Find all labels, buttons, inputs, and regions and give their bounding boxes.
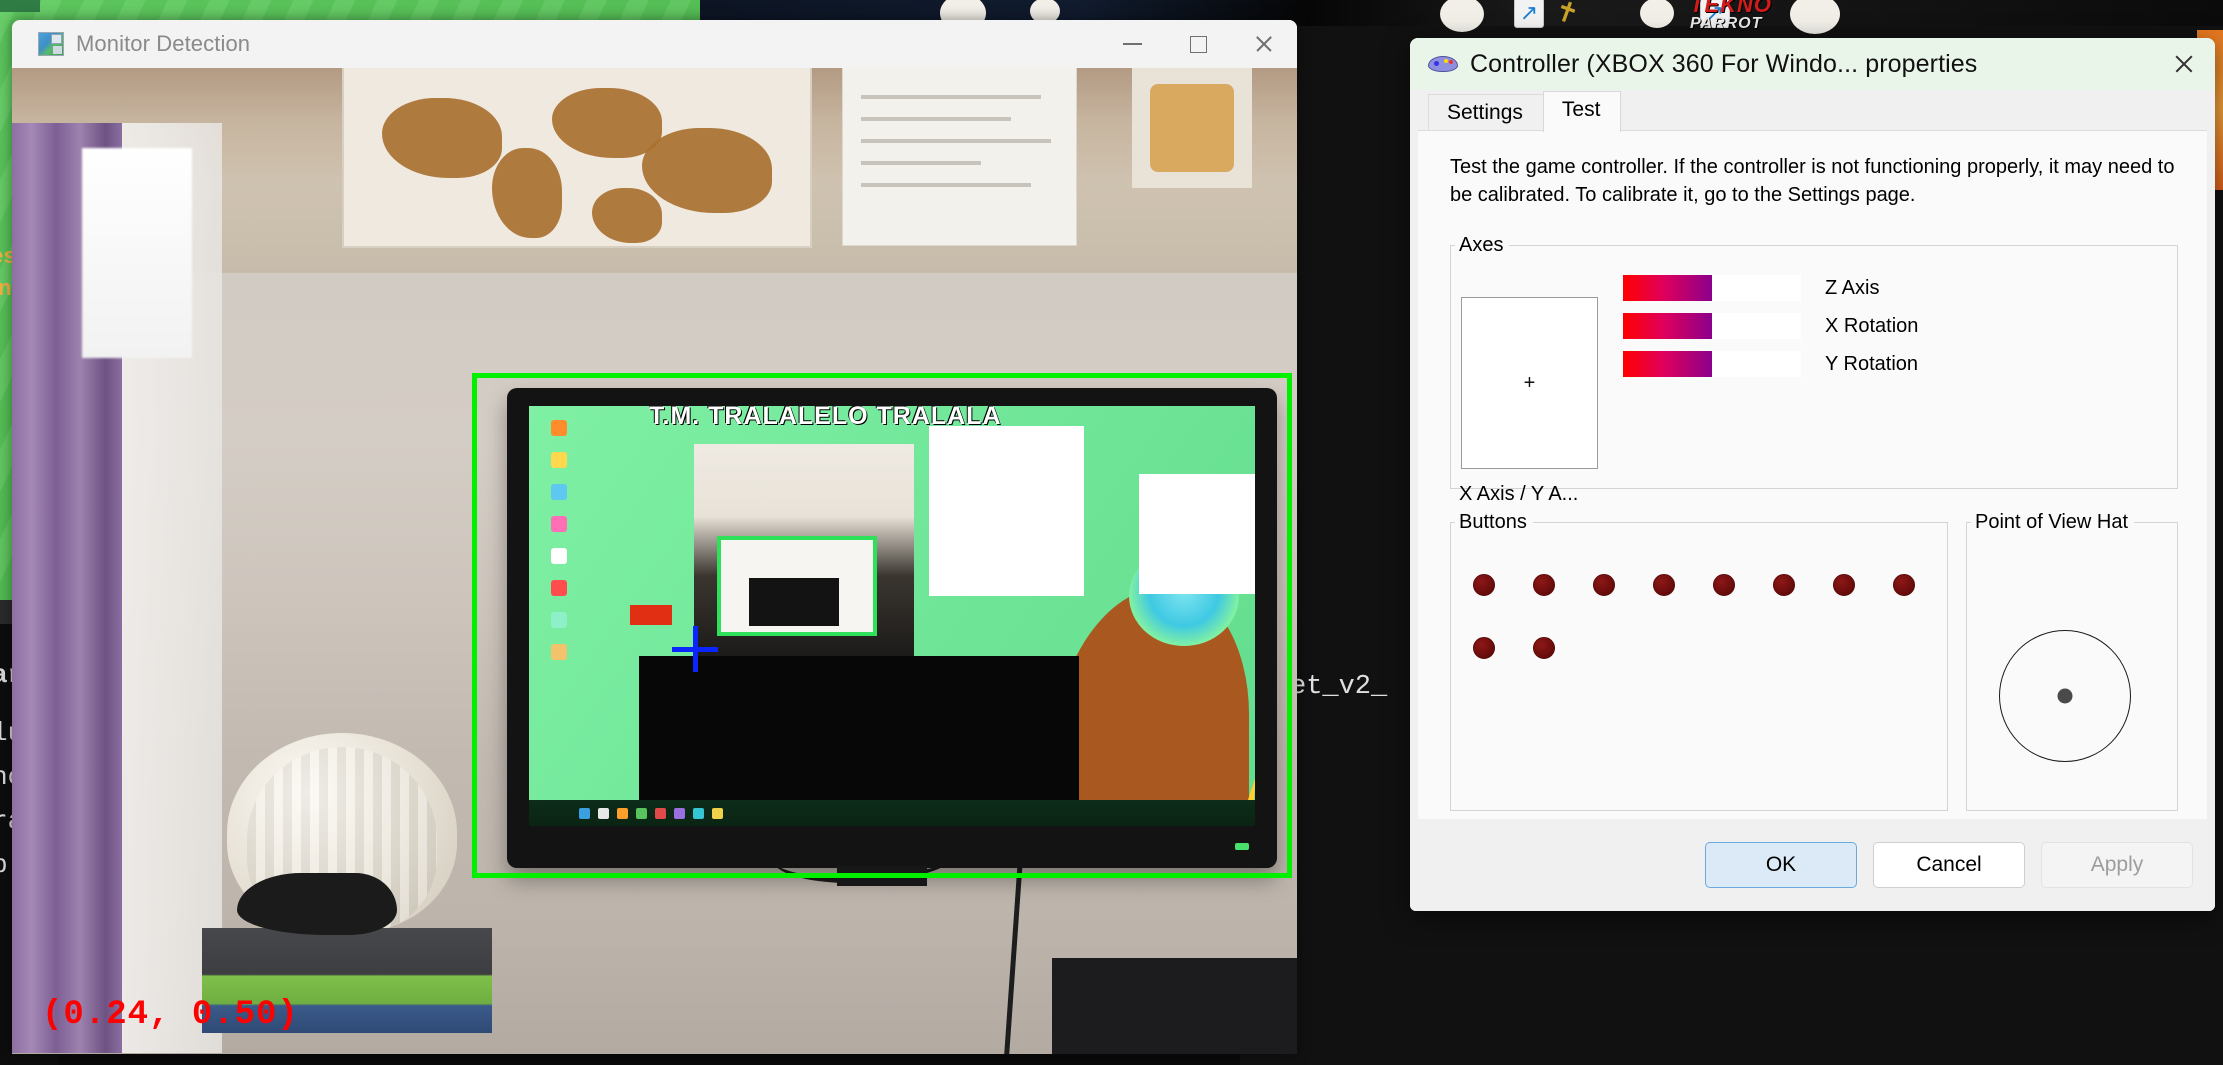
xy-axis-pad-marker: + — [1523, 372, 1536, 394]
axis-label-yrot: Y Rotation — [1825, 352, 1919, 375]
buttons-group-legend: Buttons — [1459, 511, 1527, 533]
tv-taskbar — [529, 800, 1255, 826]
controller-dialog-footer: OK Cancel Apply — [1410, 819, 2215, 911]
maximize-button[interactable] — [1165, 20, 1231, 68]
monitor-detection-titlebar[interactable]: Monitor Detection — [12, 20, 1297, 68]
buttons-group: Buttons — [1450, 511, 1948, 811]
background-moon-4 — [1640, 0, 1674, 28]
controller-button-3 — [1593, 574, 1615, 596]
small-wall-poster — [1132, 68, 1252, 188]
controller-button-9 — [1473, 637, 1495, 659]
pov-hat-dial — [1999, 630, 2131, 762]
television-power-led — [1235, 843, 1249, 850]
maximize-icon — [1189, 35, 1207, 53]
axis-row-xrot: X Rotation — [1623, 313, 1918, 339]
cancel-button[interactable]: Cancel — [1873, 842, 2025, 888]
monitor-detection-icon — [38, 32, 64, 56]
controller-properties-dialog: Controller (XBOX 360 For Windo... proper… — [1410, 38, 2215, 911]
close-icon — [1254, 34, 1274, 54]
xy-axis-pad[interactable]: + — [1461, 297, 1598, 469]
axis-slider-xrot — [1623, 313, 1801, 339]
background-left-text-2: Tin — [0, 275, 13, 300]
tekno-logo-line2: PARROT — [1690, 15, 1763, 32]
axis-label-z: Z Axis — [1825, 276, 1880, 299]
pov-group-legend: Point of View Hat — [1975, 511, 2129, 533]
room-photo: T.M. TRALALELO TRALALA (0.24, 0.50) — [12, 68, 1297, 1054]
controller-dialog-close-button[interactable] — [2153, 38, 2215, 90]
pov-center-dot — [2057, 688, 2073, 704]
shoe — [237, 873, 397, 935]
close-button[interactable] — [1231, 20, 1297, 68]
point-of-view-hat-group: Point of View Hat — [1966, 511, 2178, 811]
window-light — [82, 148, 192, 358]
axis-row-z: Z Axis — [1623, 275, 1879, 301]
wall-paper-sheet — [842, 68, 1077, 246]
background-dark-strip — [0, 0, 40, 12]
monitor-detection-title: Monitor Detection — [76, 31, 251, 56]
axes-group: Axes + X Axis / Y A... Z Axis X Rotation — [1450, 234, 2178, 505]
world-map-poster — [342, 68, 812, 248]
controller-button-2 — [1533, 574, 1555, 596]
recursive-detection-frame — [717, 536, 877, 636]
close-icon — [2173, 53, 2195, 75]
controller-button-8 — [1893, 574, 1915, 596]
television-stand — [837, 866, 927, 886]
television: T.M. TRALALELO TRALALA — [507, 388, 1277, 886]
monitor-detection-window: Monitor Detection T.M. TRALALELO TRALALA… — [12, 20, 1297, 1054]
controller-button-4 — [1653, 574, 1675, 596]
coordinate-readout: (0.24, 0.50) — [42, 996, 299, 1034]
controller-dialog-title: Controller (XBOX 360 For Windo... proper… — [1470, 49, 1978, 78]
minimize-icon — [1122, 43, 1142, 45]
axis-row-yrot: Y Rotation — [1623, 351, 1918, 377]
controller-button-10 — [1533, 637, 1555, 659]
dark-floor-object — [1052, 958, 1297, 1054]
minimize-button[interactable] — [1099, 20, 1165, 68]
axis-slider-z — [1623, 275, 1801, 301]
xy-axis-pad-label: X Axis / Y A... — [1459, 483, 1579, 505]
test-description-text: Test the game controller. If the control… — [1450, 156, 2175, 207]
apply-button: Apply — [2041, 842, 2193, 888]
tab-settings[interactable]: Settings — [1428, 93, 1544, 131]
controller-button-7 — [1833, 574, 1855, 596]
controller-dialog-body: Test the game controller. If the control… — [1418, 130, 2207, 885]
controller-button-1 — [1473, 574, 1495, 596]
television-screen: T.M. TRALALELO TRALALA — [529, 406, 1255, 826]
ok-button[interactable]: OK — [1705, 842, 1857, 888]
gamepad-icon — [1428, 53, 1458, 75]
controller-dialog-titlebar[interactable]: Controller (XBOX 360 For Windo... proper… — [1410, 38, 2215, 90]
axes-group-legend: Axes — [1459, 234, 1504, 256]
tab-test[interactable]: Test — [1542, 90, 1622, 132]
shortcut-arrow-icon-1[interactable]: ↗ — [1514, 0, 1544, 28]
controller-button-5 — [1713, 574, 1735, 596]
tv-overlay-title: T.M. TRALALELO TRALALA — [649, 406, 1002, 430]
controller-button-6 — [1773, 574, 1795, 596]
monitor-detection-window-controls — [1099, 20, 1297, 68]
axis-slider-yrot — [1623, 351, 1801, 377]
background-terminal-line-5: b — [0, 850, 8, 880]
axis-label-xrot: X Rotation — [1825, 314, 1919, 337]
tekno-parrot-logo: TEKNO PARROT — [1690, 0, 1772, 33]
controller-dialog-tabs: Settings Test — [1410, 90, 2215, 132]
background-right-filename: et_v2_ — [1290, 672, 1388, 702]
tv-sidebar-icons — [529, 406, 589, 826]
camera-viewport[interactable]: T.M. TRALALELO TRALALA (0.24, 0.50) — [12, 68, 1297, 1054]
